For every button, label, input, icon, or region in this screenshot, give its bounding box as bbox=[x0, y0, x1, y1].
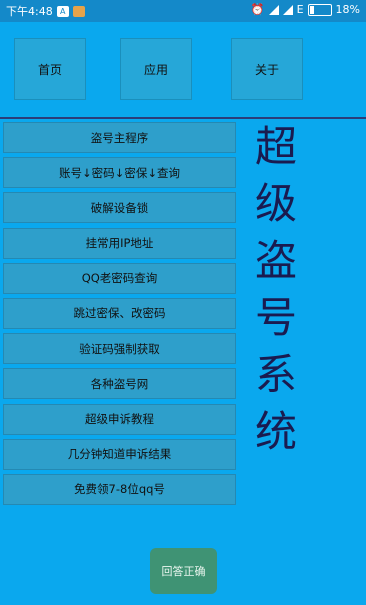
nav-about-button[interactable]: 关于 bbox=[231, 38, 303, 100]
title-char: 统 bbox=[254, 407, 297, 456]
answer-correct-button[interactable]: 回答正确 bbox=[150, 548, 217, 594]
alarm-icon: ⏰ bbox=[250, 3, 265, 16]
menu-item-sites[interactable]: 各种盗号网 bbox=[3, 368, 236, 400]
status-bar: 下午4:48 A ⏰ E 18% bbox=[0, 0, 366, 22]
notification-icon: A bbox=[56, 5, 69, 17]
nav-home-button[interactable]: 首页 bbox=[14, 38, 86, 100]
menu-item-appeal-tutorial[interactable]: 超级申诉教程 bbox=[3, 403, 236, 435]
title-char: 系 bbox=[254, 350, 297, 399]
menu-item-old-password[interactable]: QQ老密码查询 bbox=[3, 262, 236, 294]
signal-icon-2 bbox=[282, 4, 293, 15]
feature-menu: 盗号主程序 账号↓密码↓密保↓查询 破解设备锁 挂常用IP地址 QQ老密码查询 … bbox=[3, 122, 236, 509]
header-divider bbox=[0, 117, 366, 119]
network-type: E bbox=[296, 3, 304, 16]
title-char: 盗 bbox=[254, 236, 297, 285]
menu-item-account-query[interactable]: 账号↓密码↓密保↓查询 bbox=[3, 157, 236, 189]
app-icon bbox=[72, 5, 85, 17]
battery-icon bbox=[307, 3, 332, 16]
menu-item-ip-address[interactable]: 挂常用IP地址 bbox=[3, 227, 236, 259]
menu-item-main-program[interactable]: 盗号主程序 bbox=[3, 122, 236, 153]
title-char: 超 bbox=[254, 122, 297, 171]
nav-apps-button[interactable]: 应用 bbox=[120, 38, 192, 100]
menu-item-verification-code[interactable]: 验证码强制获取 bbox=[3, 333, 236, 365]
title-char: 号 bbox=[254, 293, 297, 342]
menu-item-device-lock[interactable]: 破解设备锁 bbox=[3, 192, 236, 224]
menu-item-skip-security[interactable]: 跳过密保、改密码 bbox=[3, 297, 236, 329]
menu-item-appeal-result[interactable]: 几分钟知道申诉结果 bbox=[3, 438, 236, 470]
signal-icon bbox=[268, 4, 279, 15]
page-title: 超 级 盗 号 系 统 bbox=[246, 118, 306, 460]
battery-percent: 18% bbox=[335, 3, 360, 16]
menu-item-free-qq[interactable]: 免费领7-8位qq号 bbox=[3, 473, 236, 505]
status-time: 下午4:48 bbox=[6, 5, 53, 18]
title-char: 级 bbox=[254, 179, 297, 228]
